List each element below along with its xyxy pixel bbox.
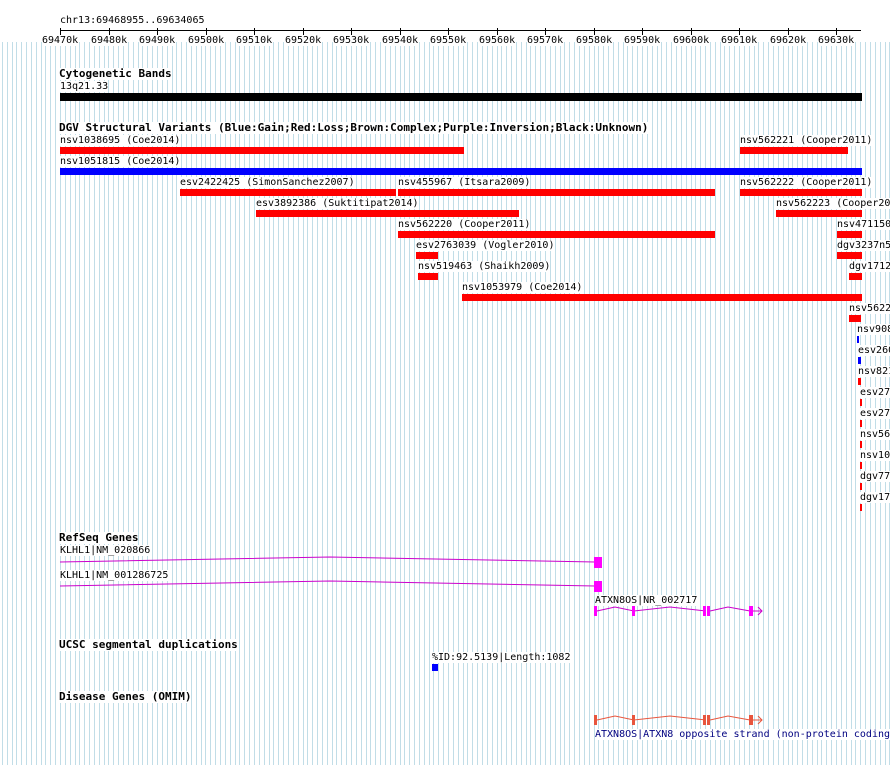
genome-browser-view: chr13:69468955..69634065 69470k 69480k 694… <box>0 0 890 765</box>
omim-label[interactable]: ATXN8OS|ATXN8 opposite strand (non-prote… <box>595 729 890 740</box>
omim-gene-model[interactable] <box>0 0 890 765</box>
